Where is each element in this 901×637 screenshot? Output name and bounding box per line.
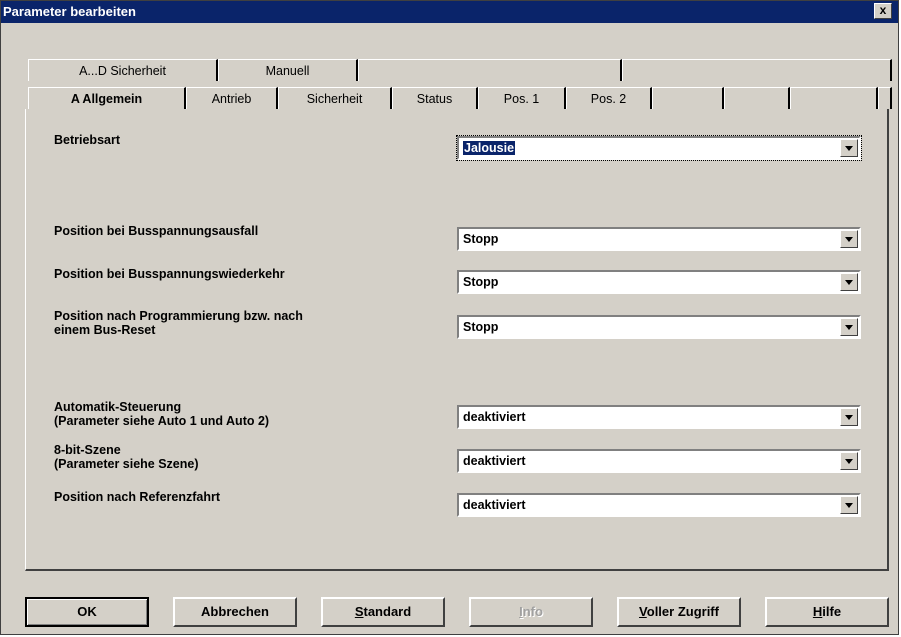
tab-status[interactable]: Status <box>392 87 478 109</box>
chevron-down-icon[interactable] <box>840 230 858 248</box>
tab-empty-4[interactable] <box>878 87 892 109</box>
ok-button[interactable]: OK <box>25 597 149 627</box>
chevron-down-icon[interactable] <box>840 139 858 157</box>
chevron-down-icon[interactable] <box>840 452 858 470</box>
select-referenzfahrt[interactable]: deaktiviert <box>457 493 861 517</box>
tab-empty-2[interactable] <box>724 87 790 109</box>
select-busspannungsausfall[interactable]: Stopp <box>457 227 861 251</box>
tab-sicherheit[interactable]: Sicherheit <box>278 87 392 109</box>
chevron-down-icon[interactable] <box>840 273 858 291</box>
info-button[interactable]: Info <box>469 597 593 627</box>
label-automatik-steuerung: Automatik-Steuerung (Parameter siehe Aut… <box>54 400 270 428</box>
label-betriebsart: Betriebsart <box>54 133 120 147</box>
tab-row-back: A...D Sicherheit Manuell <box>28 59 892 81</box>
select-betriebsart[interactable]: Jalousie <box>456 135 862 161</box>
select-8bit-szene[interactable]: deaktiviert <box>457 449 861 473</box>
window-title: Parameter bearbeiten <box>3 4 136 19</box>
select-automatik-steuerung[interactable]: deaktiviert <box>457 405 861 429</box>
voller-zugriff-button[interactable]: Voller Zugriff <box>617 597 741 627</box>
label-busspannungswiederkehr: Position bei Busspannungswiederkehr <box>54 267 285 281</box>
label-referenzfahrt: Position nach Referenzfahrt <box>54 490 220 504</box>
close-icon: x <box>879 3 887 17</box>
tab-empty-1[interactable] <box>652 87 724 109</box>
tab-allgemein[interactable]: A Allgemein <box>28 87 186 111</box>
tab-row-front: A Allgemein Antrieb Sicherheit Status Po… <box>28 87 892 111</box>
tab-empty-3[interactable] <box>790 87 878 109</box>
tab-ad-sicherheit[interactable]: A...D Sicherheit <box>28 59 218 81</box>
label-8bit-szene: 8-bit-Szene (Parameter siehe Szene) <box>54 443 199 471</box>
chevron-down-icon[interactable] <box>840 318 858 336</box>
label-busspannungsausfall: Position bei Busspannungsausfall <box>54 224 259 238</box>
close-button[interactable]: x <box>874 3 892 19</box>
label-programmierung: Position nach Programmierung bzw. nach e… <box>54 309 303 337</box>
chevron-down-icon[interactable] <box>840 408 858 426</box>
abbrechen-button[interactable]: Abbrechen <box>173 597 297 627</box>
title-bar: Parameter bearbeiten x <box>1 1 898 23</box>
tab-manuell[interactable]: Manuell <box>218 59 358 81</box>
select-programmierung[interactable]: Stopp <box>457 315 861 339</box>
standard-button[interactable]: Standard <box>321 597 445 627</box>
tab-antrieb[interactable]: Antrieb <box>186 87 278 109</box>
dialog-window: Parameter bearbeiten x A...D Sicherheit … <box>0 0 899 635</box>
tab-pos2[interactable]: Pos. 2 <box>566 87 652 109</box>
tab-panel-allgemein: Betriebsart Jalousie Position bei Busspa… <box>25 109 889 571</box>
chevron-down-icon[interactable] <box>840 496 858 514</box>
tab-empty-back-2[interactable] <box>622 59 892 81</box>
tab-empty-back-1[interactable] <box>358 59 622 81</box>
select-busspannungswiederkehr[interactable]: Stopp <box>457 270 861 294</box>
tab-pos1[interactable]: Pos. 1 <box>478 87 566 109</box>
hilfe-button[interactable]: Hilfe <box>765 597 889 627</box>
